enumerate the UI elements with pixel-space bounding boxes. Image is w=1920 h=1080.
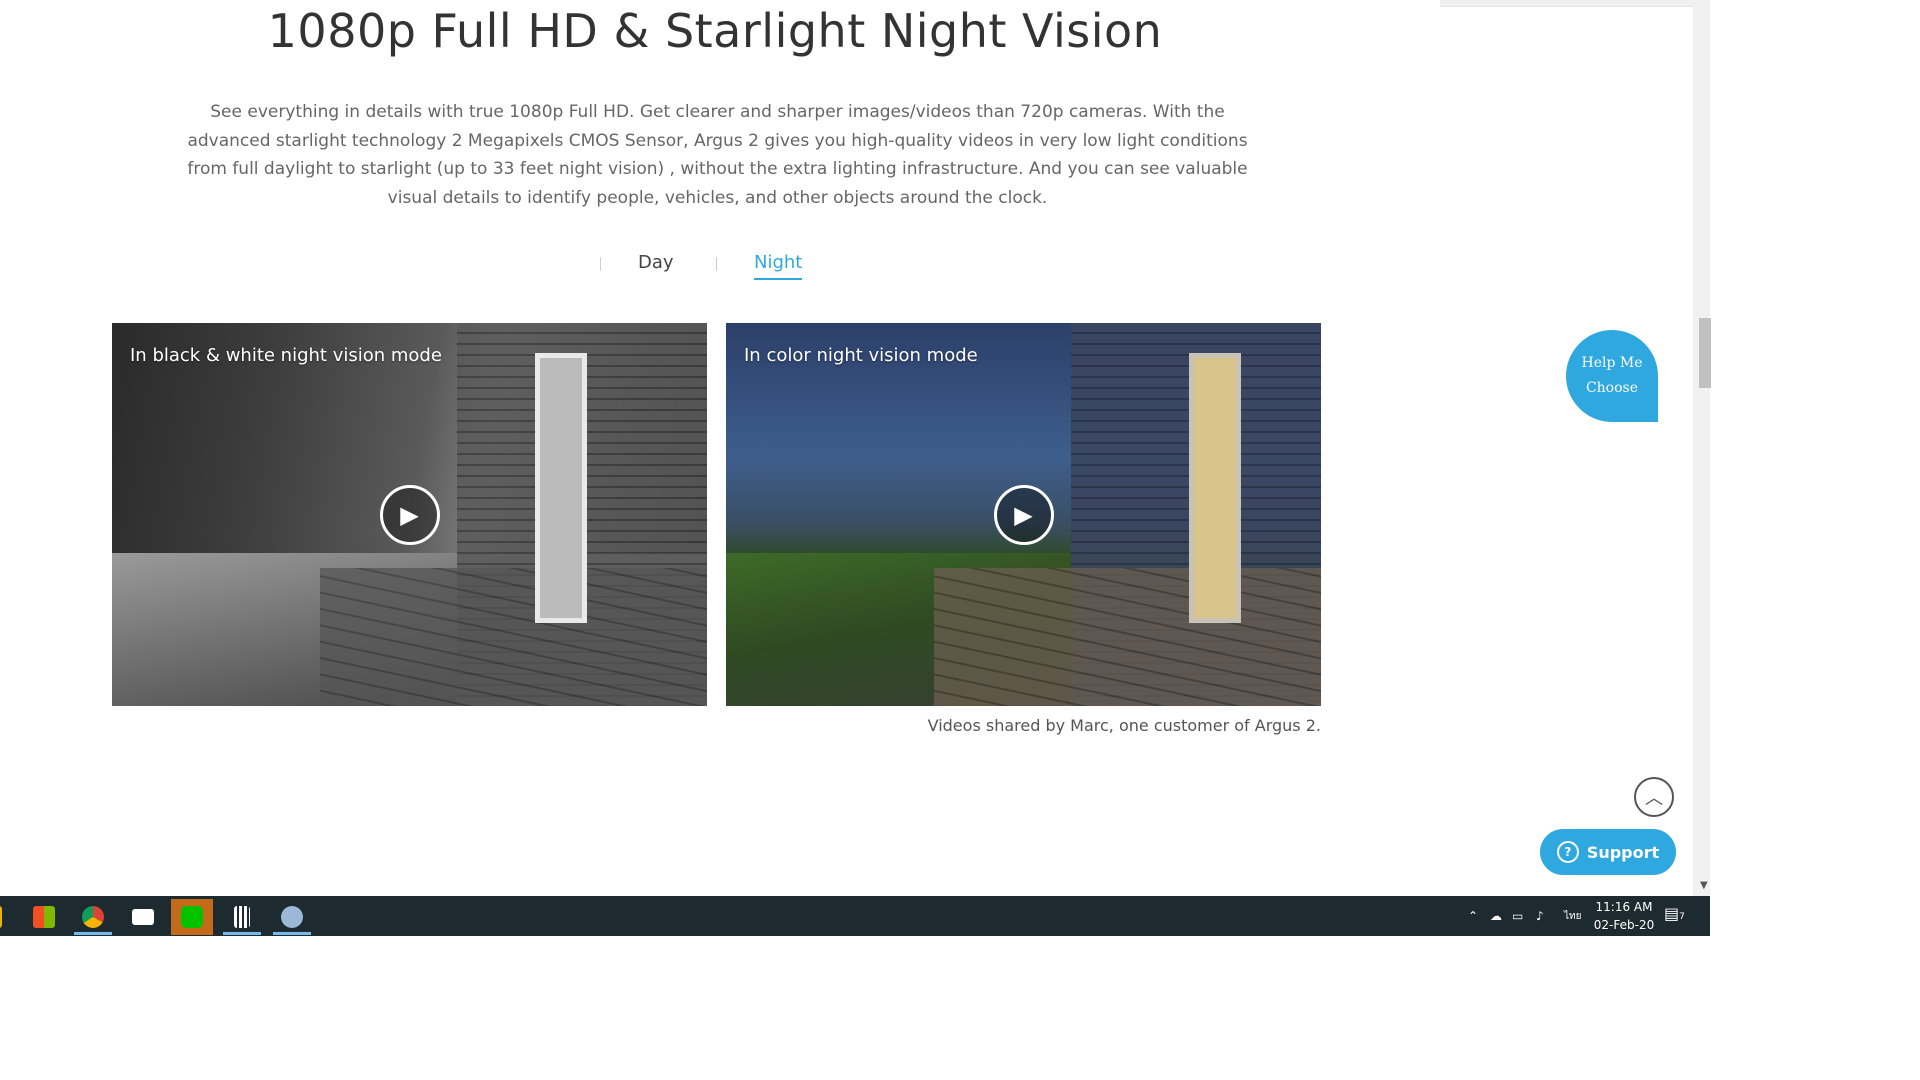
play-icon[interactable]: ▶ [993,484,1054,545]
video-scene-deck [320,568,707,706]
scrollbar-track[interactable] [1693,0,1710,896]
support-button[interactable]: ? Support [1540,829,1676,875]
mail-icon[interactable] [122,899,164,935]
clock-time: 11:16 AM [1595,900,1653,914]
video-caption: In color night vision mode [744,345,978,366]
web-page: 1080p Full HD & Starlight Night Vision S… [0,0,1700,900]
onedrive-cloud-icon[interactable]: ☁ [1490,896,1502,936]
back-to-top-button[interactable]: ︿ [1634,777,1674,817]
video-scene-window [535,353,587,623]
top-panel-edge [1440,0,1695,7]
input-language[interactable]: ไทย [1564,896,1581,936]
video-scene-deck [934,568,1321,706]
notification-count: 7 [1679,912,1685,922]
network-icon[interactable]: ▭ [1512,896,1523,936]
video-color-night-vision[interactable]: In color night vision mode ▶ [726,323,1321,706]
section-description: See everything in details with true 1080… [187,102,1248,208]
scrollbar-thumb[interactable] [1699,318,1711,388]
help-me-choose-button[interactable]: Help Me Choose [1566,330,1658,422]
tab-night[interactable]: Night [754,252,803,280]
chrome-icon[interactable] [72,899,114,935]
taskbar-clock[interactable]: 11:16 AM 02-Feb-20 [1590,898,1658,934]
clock-date: 02-Feb-20 [1593,918,1655,932]
paint-icon[interactable] [271,899,313,935]
video-bw-night-vision[interactable]: In black & white night vision mode ▶ [112,323,707,706]
tab-divider [600,257,601,271]
tray-overflow-chevron-icon[interactable]: ⌃ [1468,896,1478,936]
video-credit: Videos shared by Marc, one customer of A… [927,716,1321,735]
play-icon[interactable]: ▶ [379,484,440,545]
section-title: 1080p Full HD & Starlight Night Vision [267,4,1163,58]
taskbar-app-icon[interactable] [0,899,12,935]
chevron-up-icon: ︿ [1645,788,1663,809]
windows-taskbar: ⌃ ☁ ▭ ♪ ไทย 11:16 AM 02-Feb-20 ▤7 [0,896,1710,936]
action-center-icon[interactable]: ▤7 [1664,904,1686,926]
tab-divider [716,257,717,271]
calculator-icon[interactable] [221,899,263,935]
support-label: Support [1586,842,1660,862]
volume-icon[interactable]: ♪ [1536,896,1544,936]
video-scene-window [1189,353,1241,623]
day-night-tabs: Day Night [0,252,1430,286]
tab-day[interactable]: Day [638,252,674,278]
scroll-down-arrow-icon[interactable]: ▼ [1700,880,1708,891]
help-label-line2: Choose [1585,380,1639,396]
video-caption: In black & white night vision mode [130,345,442,366]
line-app-icon[interactable] [171,899,213,935]
help-label-line1: Help Me [1581,355,1643,371]
store-icon[interactable] [23,899,65,935]
help-circle-icon: ? [1556,841,1579,863]
